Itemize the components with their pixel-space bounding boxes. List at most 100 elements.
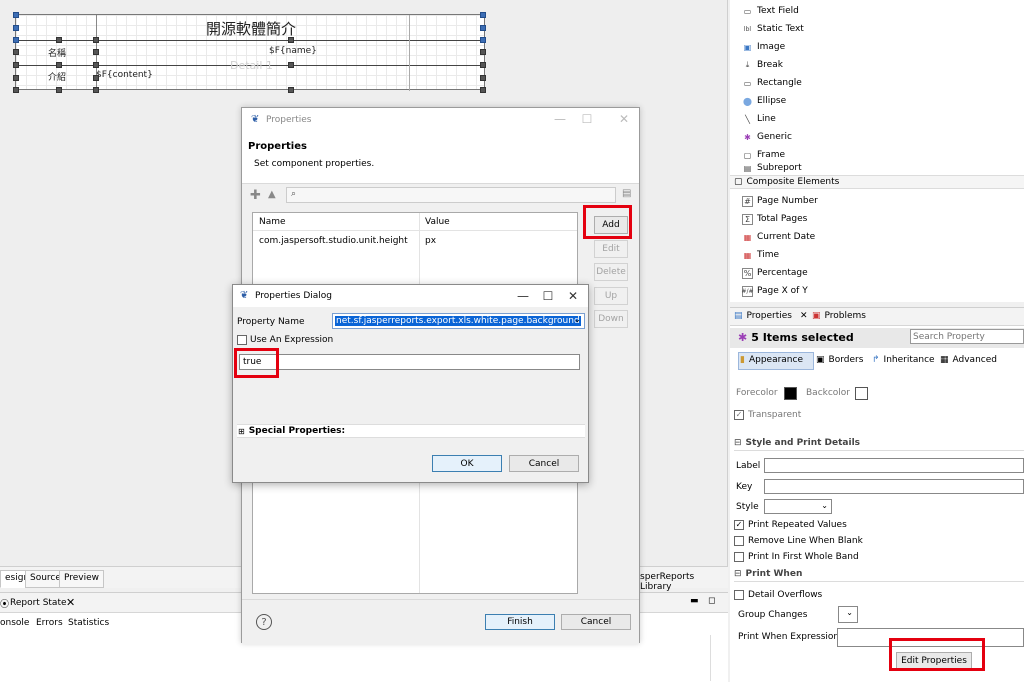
checkbox[interactable]: ✓: [734, 410, 744, 420]
close-icon[interactable]: ✕: [66, 596, 75, 609]
property-value-input[interactable]: true: [239, 354, 580, 370]
column-header-value[interactable]: Value: [425, 217, 450, 227]
checkbox[interactable]: [237, 335, 247, 345]
name-field[interactable]: $F{name}: [269, 46, 317, 56]
edit-button[interactable]: Edit: [594, 240, 628, 258]
selection-handle[interactable]: [13, 12, 19, 18]
selection-handle[interactable]: [56, 62, 62, 68]
maximize-icon[interactable]: ◻: [708, 596, 715, 606]
selection-handle[interactable]: [480, 12, 486, 18]
close-icon[interactable]: ✕: [610, 108, 638, 130]
detail-overflows-checkbox[interactable]: Detail Overflows: [734, 590, 822, 600]
palette-item-rectangle[interactable]: ▭ Rectangle: [742, 75, 802, 91]
dialog-cancel-button[interactable]: Cancel: [509, 455, 579, 472]
maximize-icon[interactable]: ☐: [534, 285, 562, 307]
selection-handle[interactable]: [13, 49, 19, 55]
selection-handle[interactable]: [480, 37, 486, 43]
selection-handle[interactable]: [13, 75, 19, 81]
column-header-name[interactable]: Name: [259, 217, 286, 227]
maximize-icon[interactable]: ☐: [573, 108, 601, 130]
print-repeated-checkbox[interactable]: ✓ Print Repeated Values: [734, 520, 847, 530]
palette-item-generic[interactable]: ✱ Generic: [742, 129, 792, 145]
checkbox[interactable]: [734, 590, 744, 600]
table-icon[interactable]: ▤: [622, 188, 631, 199]
table-row-name[interactable]: com.jaspersoft.studio.unit.height: [259, 236, 408, 246]
checkbox[interactable]: [734, 536, 744, 546]
use-expression-checkbox[interactable]: Use An Expression: [237, 335, 333, 345]
selection-handle[interactable]: [480, 62, 486, 68]
print-first-band-checkbox[interactable]: Print In First Whole Band: [734, 552, 859, 562]
selection-handle[interactable]: [13, 87, 19, 93]
selection-handle[interactable]: [13, 62, 19, 68]
selection-handle[interactable]: [13, 25, 19, 31]
print-when-section[interactable]: ⊟ Print When: [734, 569, 1024, 582]
key-field[interactable]: [764, 479, 1024, 494]
selection-handle[interactable]: [288, 62, 294, 68]
palette-item-line[interactable]: ╲ Line: [742, 111, 776, 127]
selection-handle[interactable]: [93, 49, 99, 55]
palette-item-page-number[interactable]: # Page Number: [742, 193, 818, 209]
minimize-icon[interactable]: —: [509, 285, 537, 307]
style-select[interactable]: ⌄: [764, 499, 832, 514]
delete-button[interactable]: Delete: [594, 263, 628, 281]
palette-item-percentage[interactable]: % Percentage: [742, 265, 808, 281]
palette-item-subreport[interactable]: ▤ Subreport: [742, 163, 802, 173]
selection-handle[interactable]: [480, 49, 486, 55]
finish-button[interactable]: Finish: [485, 614, 555, 630]
down-button[interactable]: Down: [594, 310, 628, 328]
selection-handle[interactable]: [56, 87, 62, 93]
selection-handle[interactable]: [288, 87, 294, 93]
selection-handle[interactable]: [93, 87, 99, 93]
subtab-inheritance[interactable]: ↱ Inheritance: [872, 355, 935, 365]
minimize-icon[interactable]: ▬: [690, 596, 699, 606]
special-properties-section[interactable]: ⊞ Special Properties:: [237, 424, 585, 438]
composite-elements-header[interactable]: ▢ Composite Elements: [730, 175, 1024, 189]
selection-handle[interactable]: [13, 37, 19, 43]
palette-item-break[interactable]: ⤓ Break: [742, 57, 783, 73]
palette-item-image[interactable]: ▣ Image: [742, 39, 785, 55]
remove-blank-checkbox[interactable]: Remove Line When Blank: [734, 536, 863, 546]
backcolor-swatch[interactable]: [855, 387, 868, 400]
style-print-section[interactable]: ⊟ Style and Print Details: [734, 438, 1024, 451]
subtab-advanced[interactable]: ▦ Advanced: [940, 355, 997, 365]
subtab-console[interactable]: onsole: [0, 618, 29, 628]
close-icon[interactable]: ✕: [559, 285, 587, 307]
tab-problems[interactable]: ▣ Problems: [812, 311, 866, 321]
subtab-errors[interactable]: Errors: [36, 618, 63, 628]
palette-item-ellipse[interactable]: ⬤ Ellipse: [742, 93, 786, 109]
scrollbar[interactable]: [710, 635, 724, 681]
selection-handle[interactable]: [480, 87, 486, 93]
checkbox[interactable]: ✓: [734, 520, 744, 530]
transparent-checkbox[interactable]: ✓ Transparent: [734, 410, 801, 420]
content-field[interactable]: $F{content}: [96, 70, 153, 80]
selection-handle[interactable]: [288, 37, 294, 43]
subtab-statistics[interactable]: Statistics: [68, 618, 109, 628]
image-icon[interactable]: ▲: [268, 189, 276, 200]
tab-properties[interactable]: ▤ Properties ✕: [734, 311, 808, 321]
palette-item-total-pages[interactable]: Σ Total Pages: [742, 211, 807, 227]
table-row-value[interactable]: px: [425, 236, 436, 246]
ok-button[interactable]: OK: [432, 455, 502, 472]
checkbox[interactable]: [734, 552, 744, 562]
search-property-input[interactable]: [910, 329, 1024, 344]
selection-handle[interactable]: [93, 75, 99, 81]
report-title[interactable]: 開源軟體簡介: [206, 18, 296, 39]
tab-report-state[interactable]: Report State: [10, 598, 67, 608]
property-name-combo[interactable]: net.sf.jasperreports.export.xls.white.pa…: [332, 313, 585, 329]
subtab-borders[interactable]: ▣ Borders: [816, 355, 863, 365]
subtab-appearance[interactable]: ▮ Appearance: [740, 355, 803, 365]
minimize-icon[interactable]: —: [546, 108, 574, 130]
report-design[interactable]: 開源軟體簡介 名稱 $F{name} Detail 1 介紹 $F{conten…: [13, 12, 486, 93]
group-changes-select[interactable]: ⌄: [838, 606, 858, 623]
forecolor-swatch[interactable]: [784, 387, 797, 400]
selection-handle[interactable]: [480, 75, 486, 81]
tab-preview[interactable]: Preview: [59, 570, 105, 588]
filter-input[interactable]: ⌕: [286, 187, 616, 203]
palette-item-static-text[interactable]: lbl Static Text: [742, 21, 804, 37]
selection-handle[interactable]: [93, 37, 99, 43]
help-icon[interactable]: ?: [256, 614, 272, 630]
content-label[interactable]: 介紹: [48, 70, 66, 83]
selection-handle[interactable]: [93, 62, 99, 68]
palette-item-frame[interactable]: ▢ Frame: [742, 147, 785, 163]
cancel-button[interactable]: Cancel: [561, 614, 631, 630]
